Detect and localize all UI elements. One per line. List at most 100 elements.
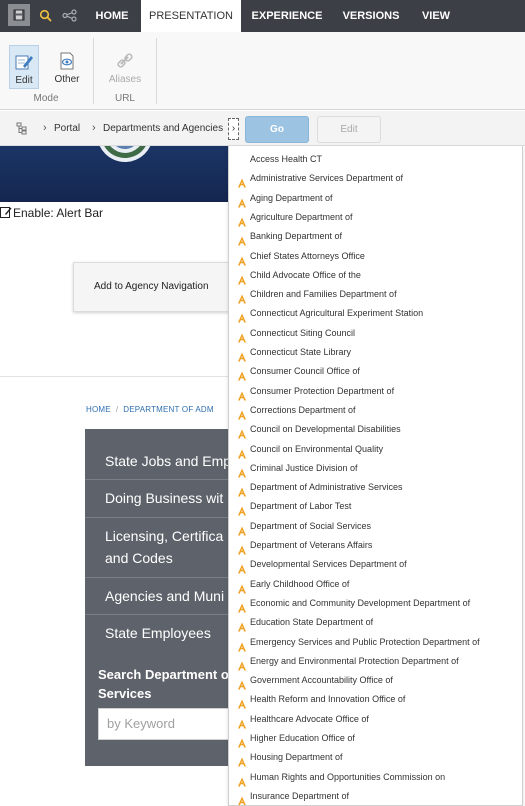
other-mode-label: Other	[54, 74, 80, 85]
menu-divider	[85, 517, 228, 518]
agency-a-icon	[237, 294, 247, 304]
search-icon[interactable]	[34, 4, 56, 26]
agency-a-icon	[237, 584, 247, 594]
dropdown-item[interactable]: Human Rights and Opportunities Commissio…	[229, 768, 522, 787]
agency-a-icon	[237, 680, 247, 690]
dropdown-item[interactable]: Department of Administrative Services	[229, 478, 522, 497]
agency-a-icon	[237, 236, 247, 246]
agency-a-icon	[237, 217, 247, 227]
agency-a-icon	[237, 622, 247, 632]
tab-view[interactable]: VIEW	[416, 0, 456, 32]
dropdown-item[interactable]: Banking Department of	[229, 227, 522, 246]
breadcrumb-item-portal[interactable]: Portal	[54, 111, 80, 146]
dropdown-item[interactable]: Healthcare Advocate Office of	[229, 710, 522, 729]
dropdown-item[interactable]: Health Reform and Innovation Office of	[229, 690, 522, 709]
edit-button[interactable]: Edit	[317, 116, 381, 143]
tree-icon[interactable]	[16, 122, 27, 140]
ribbon-divider	[93, 38, 94, 104]
tab-versions[interactable]: VERSIONS	[336, 0, 406, 32]
tab-home[interactable]: HOME	[88, 0, 136, 32]
agency-a-icon	[237, 642, 247, 652]
agency-a-icon	[237, 699, 247, 709]
dropdown-item[interactable]: Corrections Department of	[229, 401, 522, 420]
menu-divider	[85, 479, 228, 480]
dropdown-item[interactable]: Child Advocate Office of the	[229, 266, 522, 285]
dropdown-item[interactable]: Connecticut Agricultural Experiment Stat…	[229, 304, 522, 323]
dropdown-item[interactable]: Education State Department of	[229, 613, 522, 632]
dropdown-item[interactable]: Children and Families Department of	[229, 285, 522, 304]
save-icon[interactable]	[8, 4, 30, 26]
agency-a-icon	[237, 526, 247, 536]
add-nav-label: Add to Agency Navigation	[94, 281, 209, 292]
dropdown-item[interactable]: Connecticut Siting Council	[229, 324, 522, 343]
dropdown-item[interactable]: Government Accountability Office of	[229, 671, 522, 690]
tab-experience[interactable]: EXPERIENCE	[248, 0, 326, 32]
dropdown-item[interactable]: Agriculture Department of	[229, 208, 522, 227]
dropdown-item-label: Insurance Department of	[250, 790, 350, 801]
agency-a-icon	[237, 313, 247, 323]
dropdown-item[interactable]: Criminal Justice Division of	[229, 459, 522, 478]
dropdown-item-label: Health Reform and Innovation Office of	[250, 694, 406, 705]
go-button[interactable]: Go	[245, 116, 309, 143]
share-icon[interactable]	[59, 4, 81, 26]
agency-a-icon	[237, 256, 247, 266]
breadcrumb-home-link[interactable]: HOME	[86, 405, 111, 414]
divider	[0, 376, 228, 377]
add-to-agency-navigation-button[interactable]: Add to Agency Navigation	[73, 262, 233, 312]
agency-a-icon	[237, 487, 247, 497]
dropdown-item[interactable]: Council on Developmental Disabilities	[229, 420, 522, 439]
dropdown-item[interactable]: Housing Department of	[229, 748, 522, 767]
keyword-search-input[interactable]: by Keyword	[98, 708, 228, 740]
menu-item-state-jobs[interactable]: State Jobs and Emp	[105, 450, 228, 472]
eye-icon	[57, 51, 77, 71]
dropdown-item[interactable]: Connecticut State Library	[229, 343, 522, 362]
menu-item-licensing-line2[interactable]: and Codes	[105, 547, 173, 569]
dropdown-item-label: Council on Developmental Disabilities	[250, 424, 401, 435]
agency-a-icon	[237, 468, 247, 478]
dropdown-item-label: Education State Department of	[250, 617, 374, 628]
dropdown-item[interactable]: Consumer Council Office of	[229, 362, 522, 381]
dropdown-item[interactable]: Higher Education Office of	[229, 729, 522, 748]
search-section-label: Search Department o	[98, 667, 228, 682]
agency-a-icon	[237, 178, 247, 188]
search-section-label-line2: Services	[98, 686, 152, 701]
dropdown-item[interactable]: Aging Department of	[229, 189, 522, 208]
agency-a-icon	[237, 564, 247, 574]
dropdown-item[interactable]: Department of Labor Test	[229, 497, 522, 516]
dropdown-item[interactable]: Department of Veterans Affairs	[229, 536, 522, 555]
dropdown-item-label: Administrative Services Department of	[250, 173, 404, 184]
dropdown-item[interactable]: Insurance Department of	[229, 787, 522, 805]
agency-a-icon	[237, 429, 247, 439]
dropdown-item[interactable]: Department of Social Services	[229, 517, 522, 536]
dropdown-item[interactable]: Access Health CT	[229, 150, 522, 169]
dropdown-item[interactable]: Early Childhood Office of	[229, 575, 522, 594]
menu-item-agencies[interactable]: Agencies and Muni	[105, 585, 224, 607]
tab-presentation[interactable]: PRESENTATION	[141, 0, 241, 32]
breadcrumb-separator: /	[115, 405, 119, 414]
dropdown-item[interactable]: Council on Environmental Quality	[229, 440, 522, 459]
dropdown-item-label: Energy and Environmental Protection Depa…	[250, 655, 459, 666]
breadcrumb-item-departments[interactable]: Departments and Agencies	[103, 111, 223, 146]
dropdown-item-label: Corrections Department of	[250, 404, 356, 415]
menu-item-doing-business[interactable]: Doing Business wit	[105, 487, 223, 509]
dropdown-item-label: Department of Social Services	[250, 520, 372, 531]
breadcrumb-current[interactable]: DEPARTMENT OF ADM	[123, 405, 214, 414]
aliases-button[interactable]: Aliases	[107, 45, 143, 89]
menu-item-licensing[interactable]: Licensing, Certifica	[105, 525, 223, 547]
dropdown-item-label: Criminal Justice Division of	[250, 462, 358, 473]
page-breadcrumb: HOME / DEPARTMENT OF ADM	[86, 405, 214, 414]
other-mode-button[interactable]: Other	[51, 45, 83, 89]
dropdown-item[interactable]: Administrative Services Department of	[229, 169, 522, 188]
dropdown-item[interactable]: Emergency Services and Public Protection…	[229, 633, 522, 652]
edit-mode-button[interactable]: Edit	[9, 45, 39, 89]
breadcrumb-dropdown-toggle[interactable]: ›	[228, 118, 239, 140]
enable-alert-bar[interactable]: Enable: Alert Bar	[0, 206, 103, 220]
dropdown-item[interactable]: Developmental Services Department of	[229, 555, 522, 574]
dropdown-item[interactable]: Consumer Protection Department of	[229, 382, 522, 401]
dropdown-item[interactable]: Energy and Environmental Protection Depa…	[229, 652, 522, 671]
top-toolbar: HOME PRESENTATION EXPERIENCE VERSIONS VI…	[0, 0, 525, 32]
dropdown-item[interactable]: Economic and Community Development Depar…	[229, 594, 522, 613]
dropdown-item[interactable]: Chief States Attorneys Office	[229, 247, 522, 266]
menu-item-state-employees[interactable]: State Employees	[105, 622, 211, 644]
departments-dropdown-list[interactable]: Access Health CT Administrative Services …	[228, 146, 523, 806]
